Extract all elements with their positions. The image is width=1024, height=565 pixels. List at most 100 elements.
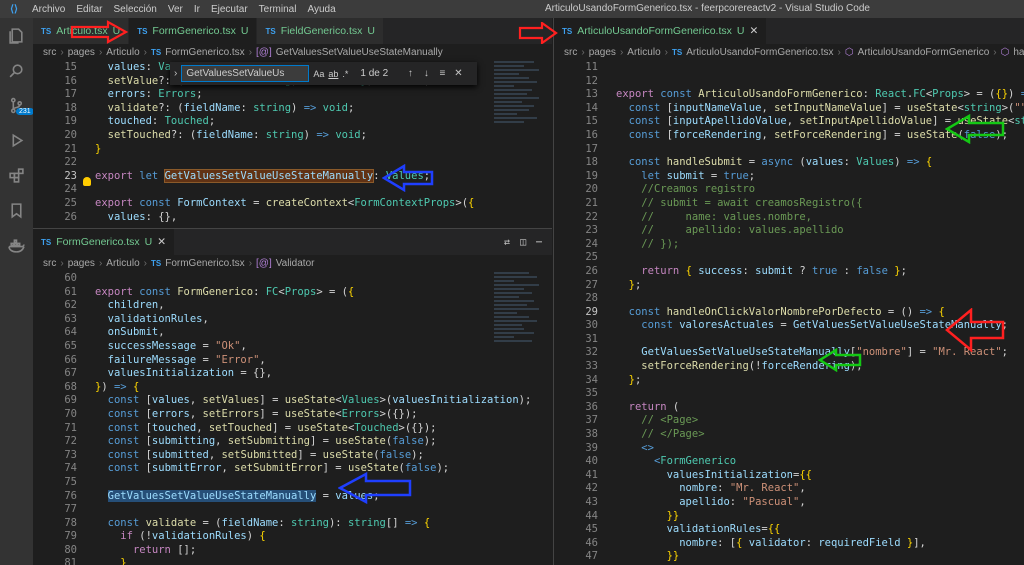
close-icon[interactable]: ✕ xyxy=(749,25,758,37)
variable-icon: [@] xyxy=(256,258,272,269)
chevron-right-icon: › xyxy=(581,47,585,58)
run-debug-icon[interactable] xyxy=(0,123,33,158)
chevron-right-icon[interactable]: › xyxy=(174,68,177,79)
breadcrumb-item[interactable]: handleOn xyxy=(1013,47,1024,58)
chevron-right-icon: › xyxy=(619,47,624,58)
vscode-logo-icon: ⟨⟩ xyxy=(10,3,18,15)
split-editor-icon[interactable]: ◫ xyxy=(520,237,526,248)
breadcrumb: src › pages › Articulo › TS FormGenerico.tsx… xyxy=(33,255,552,272)
chevron-right-icon: › xyxy=(143,47,147,58)
code-area[interactable]: 15 values: Values; 16 setValue?: (fieldN… xyxy=(33,61,552,228)
untracked-badge: U xyxy=(367,25,375,37)
typescript-icon: TS xyxy=(41,237,52,247)
tab-label: ArticuloUsandoFormGenerico.tsx xyxy=(577,25,732,37)
breadcrumb-item[interactable]: Articulo xyxy=(106,258,139,269)
match-case-toggle[interactable]: Aa xyxy=(313,69,324,79)
menu-bar: Archivo Editar Selección Ver Ir Ejecutar… xyxy=(28,4,336,15)
chevron-right-icon: › xyxy=(60,258,64,269)
regex-toggle[interactable]: .* xyxy=(342,69,348,79)
tab-label: FormGenerico.tsx xyxy=(56,236,140,248)
arrow-up-icon[interactable]: ↑ xyxy=(404,68,416,79)
tab-formgenerico[interactable]: TS FormGenerico.tsx U ✕ xyxy=(33,229,176,255)
breadcrumb-item[interactable]: src xyxy=(564,47,577,58)
editor-group-right: TS ArticuloUsandoFormGenerico.tsx U ✕ src › … xyxy=(553,18,1024,565)
find-widget: › GetValuesSetValueUs Aa ab .* 1 de 2 ↑ … xyxy=(170,62,477,85)
chevron-right-icon: › xyxy=(248,47,253,58)
chevron-right-icon: › xyxy=(143,258,147,269)
chevron-right-icon: › xyxy=(993,47,997,58)
blue-arrow-annotation xyxy=(382,164,434,192)
more-actions-icon[interactable]: ⋯ xyxy=(536,237,542,248)
untracked-badge: U xyxy=(144,236,153,248)
tab-bar: TS ArticuloUsandoFormGenerico.tsx U ✕ xyxy=(554,18,1024,44)
breadcrumb-item[interactable]: ArticuloUsandoFormGenerico xyxy=(858,47,990,58)
blue-arrow-annotation xyxy=(338,472,412,504)
tab-label: FormGenerico.tsx xyxy=(152,25,236,37)
menu-terminal[interactable]: Terminal xyxy=(259,4,297,15)
chevron-right-icon: › xyxy=(98,47,103,58)
editor-group-left-bottom: TS FormGenerico.tsx U ✕ ⇄ ◫ ⋯ src › pages › A… xyxy=(33,228,552,565)
breadcrumb-item[interactable]: GetValuesSetValueUseStateManually xyxy=(276,47,443,58)
activity-bar: 231 xyxy=(0,18,34,565)
red-arrow-annotation xyxy=(945,308,1005,352)
chevron-right-icon: › xyxy=(98,258,103,269)
breadcrumb: src › pages › Articulo › TS FormGenerico.tsx… xyxy=(33,44,552,61)
extensions-icon[interactable] xyxy=(0,158,33,193)
lightbulb-icon[interactable] xyxy=(83,177,91,186)
tab-articulo-usando-form-generico[interactable]: TS ArticuloUsandoFormGenerico.tsx U ✕ xyxy=(554,18,768,44)
minimap[interactable] xyxy=(494,61,544,228)
menu-archivo[interactable]: Archivo xyxy=(32,4,65,15)
breadcrumb-item[interactable]: src xyxy=(43,47,56,58)
green-arrow-annotation xyxy=(945,114,1005,144)
breadcrumb-item[interactable]: ArticuloUsandoFormGenerico.tsx xyxy=(686,47,833,58)
chevron-right-icon: › xyxy=(60,47,64,58)
breadcrumb-item[interactable]: Validator xyxy=(276,258,315,269)
search-icon[interactable] xyxy=(0,53,33,88)
find-input[interactable]: GetValuesSetValueUs xyxy=(181,65,310,82)
untracked-badge: U xyxy=(240,25,249,37)
minimap[interactable] xyxy=(494,272,544,565)
close-icon[interactable]: ✕ xyxy=(157,236,166,248)
docker-icon[interactable] xyxy=(0,228,33,263)
breadcrumb-item[interactable]: FormGenerico.tsx xyxy=(165,47,244,58)
menu-ir[interactable]: Ir xyxy=(194,4,200,15)
menu-ver[interactable]: Ver xyxy=(168,4,183,15)
menu-ayuda[interactable]: Ayuda xyxy=(307,4,335,15)
code-area[interactable]: 60 61 export const FormGenerico: FC<Props… xyxy=(33,272,552,565)
bookmark-icon[interactable] xyxy=(0,193,33,228)
typescript-icon: TS xyxy=(265,26,276,36)
editor-group-left-top: TS Articulo.tsx U TS FormGenerico.tsx U TS Fi… xyxy=(33,18,552,228)
menu-seleccion[interactable]: Selección xyxy=(113,4,156,15)
menu-ejecutar[interactable]: Ejecutar xyxy=(211,4,248,15)
breadcrumb-item[interactable]: pages xyxy=(68,258,95,269)
untracked-badge: U xyxy=(736,25,745,37)
selection-icon[interactable]: ≡ xyxy=(436,68,448,79)
tab-label: FieldGenerico.tsx xyxy=(280,25,363,37)
source-control-icon[interactable]: 231 xyxy=(0,88,34,123)
function-icon: ⬡ xyxy=(844,47,854,58)
close-icon[interactable]: ✕ xyxy=(452,68,464,79)
arrow-down-icon[interactable]: ↓ xyxy=(420,68,432,79)
match-count: 1 de 2 xyxy=(360,68,389,79)
red-arrow-annotation xyxy=(70,20,129,44)
compare-icon[interactable]: ⇄ xyxy=(504,237,510,248)
breadcrumb-item[interactable]: pages xyxy=(589,47,616,58)
function-icon: ⬡ xyxy=(1000,47,1010,58)
files-icon[interactable] xyxy=(0,18,33,53)
breadcrumb-item[interactable]: Articulo xyxy=(627,47,660,58)
red-arrow-annotation xyxy=(518,22,558,44)
tab-formgenerico[interactable]: TS FormGenerico.tsx U xyxy=(129,18,258,44)
window-title: ArticuloUsandoFormGenerico.tsx - feerpco… xyxy=(545,3,870,14)
typescript-icon: TS xyxy=(150,48,162,57)
menu-editar[interactable]: Editar xyxy=(76,4,102,15)
typescript-icon: TS xyxy=(671,48,683,57)
tab-fieldgenerico[interactable]: TS FieldGenerico.tsx U xyxy=(257,18,384,44)
green-arrow-annotation xyxy=(818,348,862,372)
match-word-toggle[interactable]: ab xyxy=(328,69,338,79)
typescript-icon: TS xyxy=(150,259,162,268)
breadcrumb-item[interactable]: pages xyxy=(68,47,95,58)
breadcrumb-item[interactable]: Articulo xyxy=(106,47,139,58)
title-bar: ⟨⟩ Archivo Editar Selección Ver Ir Ejecu… xyxy=(0,0,1024,18)
breadcrumb-item[interactable]: src xyxy=(43,258,56,269)
breadcrumb-item[interactable]: FormGenerico.tsx xyxy=(165,258,244,269)
